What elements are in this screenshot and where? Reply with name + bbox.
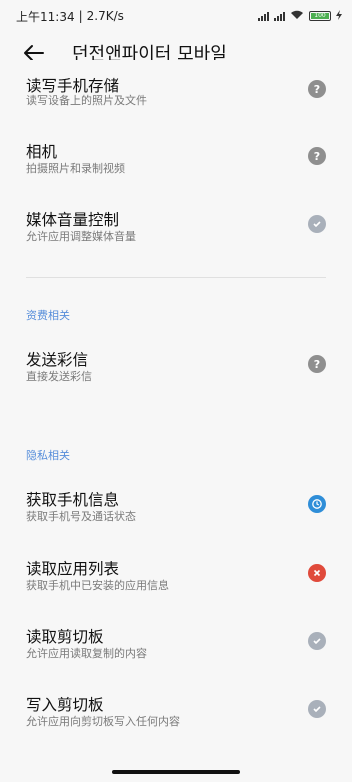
permission-row-send-mms[interactable]: 发送彩信 直接发送彩信 ? [0,344,352,404]
permission-desc: 读写设备上的照片及文件 [26,94,147,107]
permission-desc: 允许应用向剪切板写入任何内容 [26,715,180,728]
status-separator: | [78,9,83,23]
clock-icon[interactable] [308,495,326,513]
permission-desc: 允许应用调整媒体音量 [26,230,136,243]
question-icon[interactable]: ? [308,355,326,373]
permission-row-app-list[interactable]: 读取应用列表 获取手机中已安装的应用信息 [0,553,352,613]
section-header-privacy: 隐私相关 [26,449,70,462]
permission-title: 媒体音量控制 [26,211,120,229]
battery-icon: 100 [309,11,331,21]
permission-title: 读取剪切板 [26,628,104,646]
battery-level: 100 [311,13,329,19]
home-indicator[interactable] [112,770,240,774]
permission-desc: 拍摄照片和录制视频 [26,162,125,175]
status-bar: 上午11:34 | 2.7K/s 100 [0,0,352,32]
shield-check-icon[interactable] [308,700,326,718]
status-left: 上午11:34 | 2.7K/s [16,8,124,25]
header-overlap-mask [0,60,352,74]
section-divider [26,277,326,278]
permission-title: 获取手机信息 [26,491,120,509]
app-permissions-screen: 上午11:34 | 2.7K/s 100 던전앤파이터 모바일 读写手机存储 读… [0,0,352,782]
section-header-finance: 资费相关 [26,309,70,322]
permission-row-camera[interactable]: 相机 拍摄照片和录制视频 ? [0,136,352,196]
permission-title: 写入剪切板 [26,696,104,714]
permission-desc: 允许应用读取复制的内容 [26,647,147,660]
permission-title: 读取应用列表 [26,560,120,578]
permission-desc: 获取手机号及通话状态 [26,510,136,523]
permission-title: 相机 [26,143,58,161]
permission-desc: 获取手机中已安装的应用信息 [26,579,169,592]
charging-icon [336,9,342,23]
permission-row-media-volume[interactable]: 媒体音量控制 允许应用调整媒体音量 [0,204,352,264]
shield-check-icon[interactable] [308,215,326,233]
permission-desc: 直接发送彩信 [26,370,92,383]
signal-icon [258,11,269,21]
cross-icon[interactable] [308,564,326,582]
status-network-speed: 2.7K/s [86,9,124,23]
status-right: 100 [258,9,342,23]
permission-row-write-clipboard[interactable]: 写入剪切板 允许应用向剪切板写入任何内容 [0,689,352,749]
shield-check-icon[interactable] [308,632,326,650]
permission-row-read-clipboard[interactable]: 读取剪切板 允许应用读取复制的内容 [0,621,352,681]
wifi-icon [290,9,304,23]
permission-row-phone-info[interactable]: 获取手机信息 获取手机号及通话状态 [0,484,352,544]
question-icon[interactable]: ? [308,147,326,165]
status-time: 上午11:34 [16,9,75,24]
permission-row-storage[interactable]: 读写手机存储 读写设备上的照片及文件 ? [0,70,352,130]
permission-title: 发送彩信 [26,351,89,369]
signal-icon-2 [274,11,285,21]
question-icon[interactable]: ? [308,80,326,98]
